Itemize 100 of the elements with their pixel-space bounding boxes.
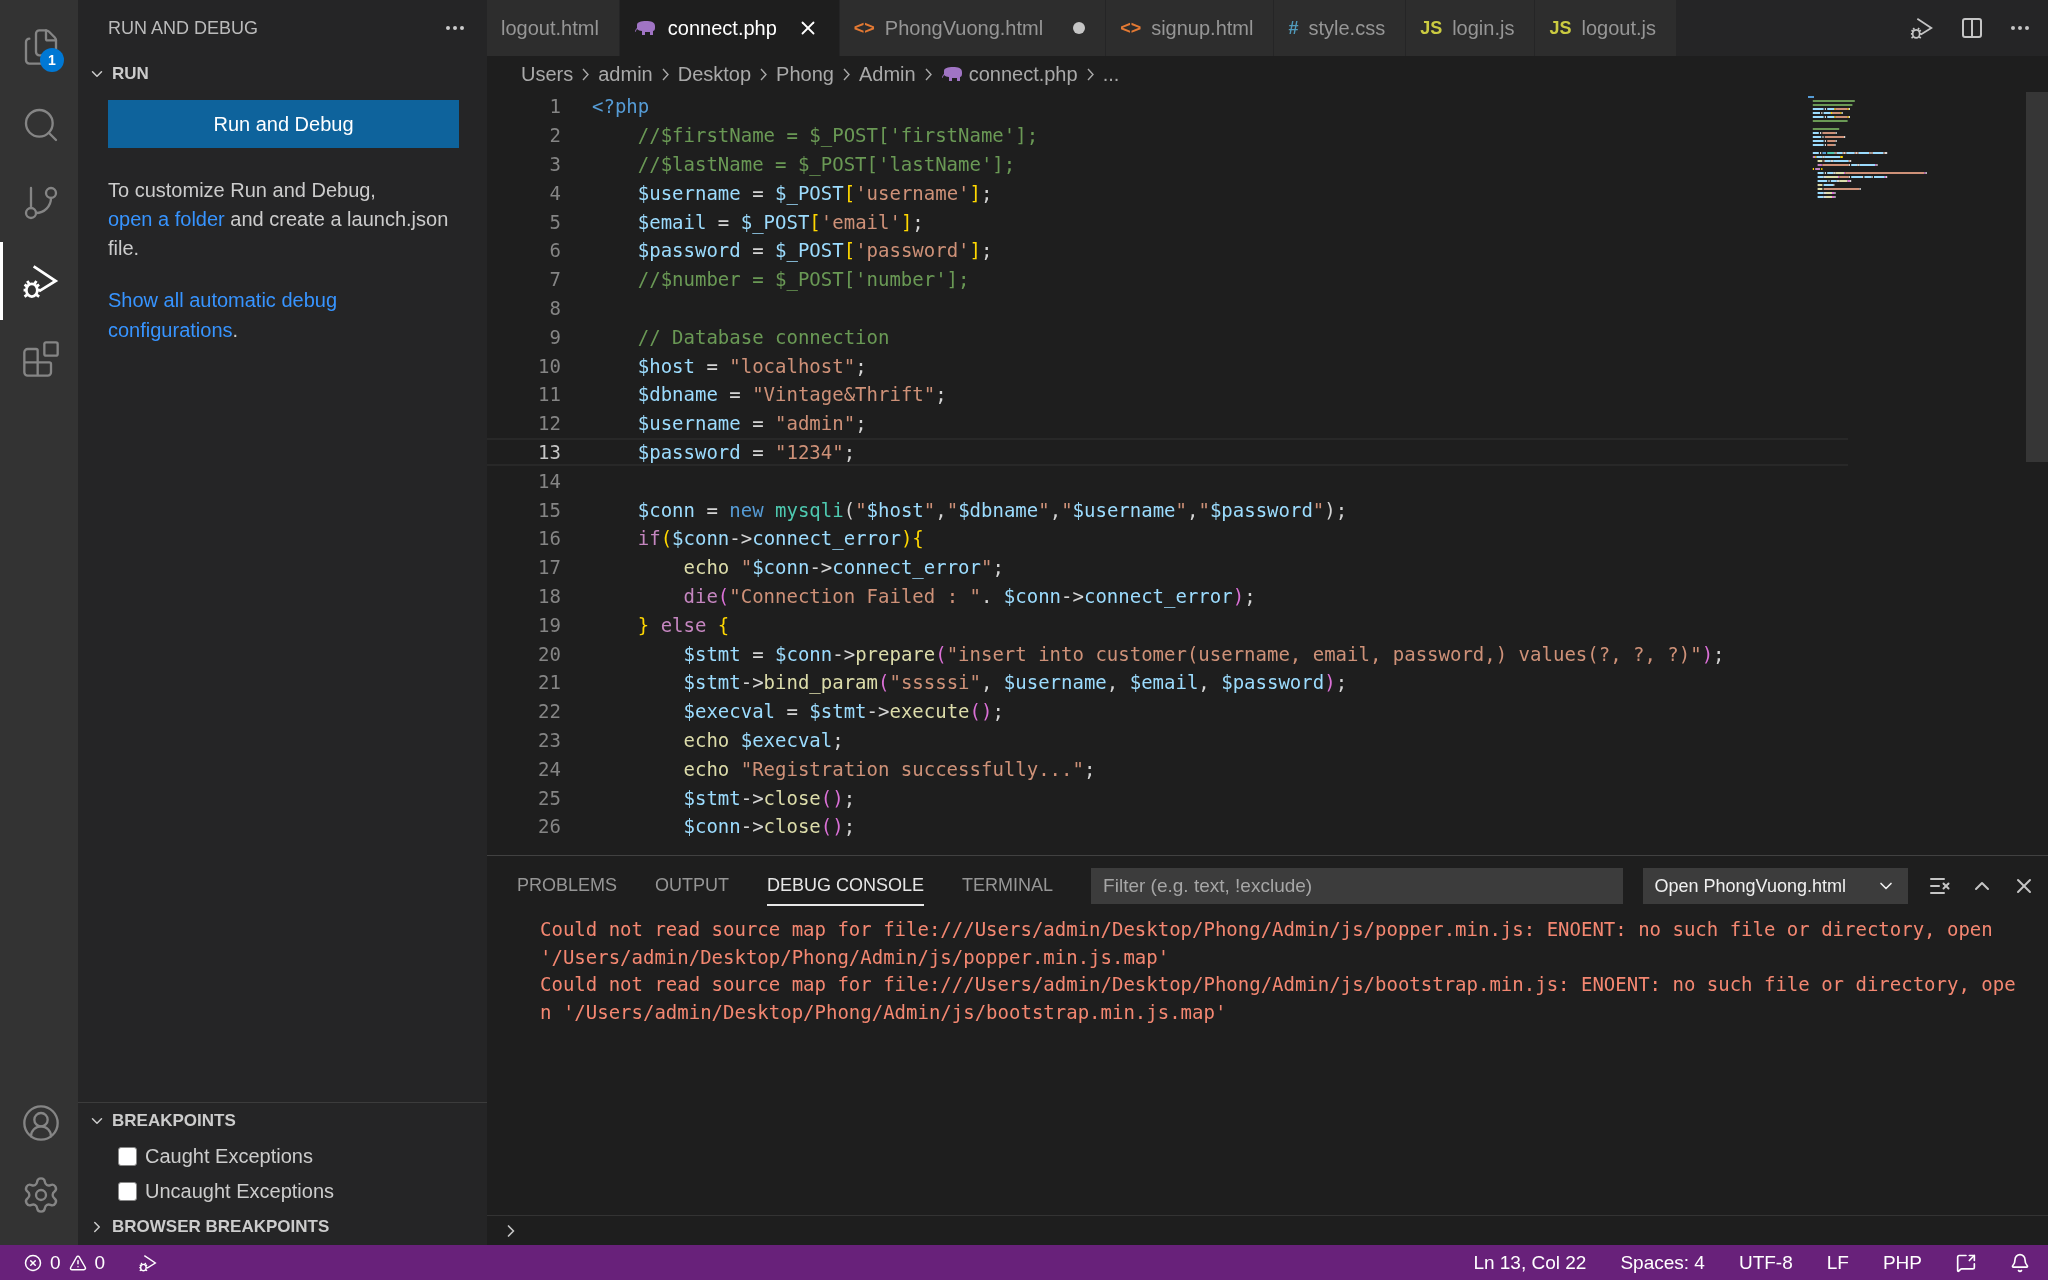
code-line: // Database connection [636, 325, 890, 348]
open-folder-link[interactable]: open a folder [108, 208, 225, 230]
file-type-glyph: JS [1549, 17, 1572, 39]
checkbox-label: Uncaught Exceptions [145, 1180, 334, 1203]
chevron-right-icon [582, 67, 590, 81]
line-number: 18 [537, 584, 561, 607]
code-line: echo $execval; [682, 728, 844, 751]
breadcrumb-item[interactable]: ... [1102, 62, 1120, 86]
line-number: 16 [537, 527, 561, 550]
file-type-glyph: # [1288, 17, 1299, 39]
code-line: } else { [636, 613, 730, 636]
line-number: 1 [548, 95, 561, 118]
breadcrumb-item[interactable]: Phong [776, 62, 834, 86]
line-number: 21 [537, 671, 561, 694]
code-line: //$number = $_POST['number']; [636, 268, 970, 291]
line-number: 9 [548, 325, 561, 348]
count-badge: 1 [40, 48, 64, 72]
line-number: 15 [537, 498, 561, 521]
panel-tab[interactable]: PROBLEMS [517, 866, 618, 906]
debug-configurations-link[interactable]: Show all automatic debug configurations. [108, 285, 459, 345]
launch-select[interactable]: Open PhongVuong.html [1642, 868, 1908, 904]
code-line: $conn->close(); [682, 815, 856, 838]
breadcrumb-item[interactable]: connect.php [968, 62, 1078, 86]
panel-tab[interactable]: TERMINAL [962, 866, 1054, 906]
line-number: 3 [548, 153, 561, 175]
chevron-right-icon [760, 67, 768, 81]
line-number: 10 [537, 354, 561, 377]
line-number: 22 [537, 700, 561, 723]
feedback-icon[interactable] [1956, 1252, 1976, 1273]
error-count[interactable]: 0 [50, 1251, 61, 1274]
line-number: 20 [537, 642, 561, 665]
breadcrumb-item[interactable]: Desktop [677, 62, 752, 86]
line-number: 14 [537, 469, 561, 492]
line-number: 17 [537, 556, 561, 579]
unsaved-dot-icon [1073, 22, 1086, 34]
code-line: $dbname = "Vintage&Thrift"; [636, 383, 947, 406]
chevron-right-icon [661, 67, 669, 81]
status-item[interactable]: Spaces: 4 [1620, 1251, 1705, 1274]
editor-tab[interactable]: connect.php [619, 0, 840, 56]
section-title[interactable]: BROWSER BREAKPOINTS [112, 1217, 330, 1237]
account-icon[interactable] [20, 1103, 61, 1143]
line-number: 19 [537, 613, 561, 636]
status-item[interactable]: PHP [1882, 1251, 1922, 1274]
checkbox-label: Caught Exceptions [145, 1145, 313, 1168]
checkbox[interactable] [118, 1182, 137, 1201]
line-number: 26 [537, 815, 561, 838]
code-line: $execval = $stmt->execute(); [682, 700, 1004, 723]
line-number: 13 [537, 440, 561, 463]
elephant-icon [940, 66, 965, 82]
checkbox[interactable] [118, 1147, 137, 1166]
code-line: if($conn->connect_error){ [636, 527, 924, 550]
line-number: 6 [548, 239, 561, 262]
console-message: Could not read source map for file:///Users/admin/Desktop/Phong/Admin/js/bootstrap.min.js: ENOENT: no such file or directory, open '/Users/admin/Desktop/Phong/Admin/js/bootstrap.min.js.map' [540, 972, 2016, 1025]
status-item[interactable]: Ln 13, Col 22 [1473, 1251, 1587, 1274]
error-icon[interactable] [24, 1253, 42, 1272]
extensions-icon[interactable] [20, 339, 61, 379]
editor-tab[interactable]: logout.html [487, 0, 620, 56]
code-line: $password = $_POST['password']; [636, 239, 993, 262]
panel-tab[interactable]: DEBUG CONSOLE [767, 866, 925, 906]
line-number: 23 [537, 728, 561, 751]
code-line: echo "$conn->connect_error"; [682, 556, 1004, 579]
file-type-glyph: JS [1420, 17, 1443, 39]
file-type-glyph: <> [1120, 17, 1142, 39]
breadcrumb-item[interactable]: Admin [858, 62, 916, 86]
code-line: $stmt->close(); [682, 786, 856, 809]
code-line: $username = $_POST['username']; [636, 181, 993, 204]
scrollbar-thumb[interactable] [2026, 92, 2048, 462]
code-line: $stmt->bind_param("sssssi", $username, $email, $password); [682, 671, 1348, 694]
editor-tab[interactable]: # style.css [1274, 0, 1407, 56]
line-number: 11 [537, 383, 561, 406]
editor-tab[interactable]: JS login.js [1406, 0, 1536, 56]
code-line: die("Connection Failed : ". $conn->connect_error); [682, 584, 1256, 607]
sidebar-title: RUN AND DEBUG [108, 17, 259, 39]
panel-tab[interactable]: OUTPUT [655, 866, 730, 906]
activity-item[interactable]: 1 [0, 8, 78, 86]
chevron-right-icon [924, 67, 932, 81]
split-editor-icon[interactable] [1960, 16, 1984, 40]
filter-input[interactable]: Filter (e.g. text, !exclude) [1091, 868, 1623, 904]
warning-count[interactable]: 0 [94, 1251, 106, 1274]
code-line: $conn = new mysqli("$host","$dbname","$username","$password"); [636, 498, 1348, 521]
console-message: Could not read source map for file:///Users/admin/Desktop/Phong/Admin/js/popper.min.js: ENOENT: no such file or directory, open '/Users/admin/Desktop/Phong/Admin/js/popper.min.js.map' [540, 917, 1994, 970]
editor-tab[interactable]: <> PhongVuong.html [839, 0, 1107, 56]
status-item[interactable]: LF [1826, 1251, 1849, 1274]
code-line: echo "Registration successfully..."; [682, 757, 1096, 780]
line-number: 24 [537, 757, 561, 780]
breadcrumb-item[interactable]: admin [598, 62, 653, 86]
file-type-glyph: <> [853, 17, 875, 39]
editor-tab[interactable]: JS logout.js [1535, 0, 1677, 56]
bell-icon[interactable] [2010, 1252, 2030, 1273]
section-title[interactable]: RUN [112, 64, 149, 84]
run-and-debug-button[interactable]: Run and Debug [108, 100, 459, 148]
code-line: $stmt = $conn->prepare("insert into customer(username, email, password,) values(?, ?, ?)"); [682, 642, 1725, 665]
status-item[interactable]: UTF-8 [1738, 1251, 1793, 1274]
line-number: 12 [537, 412, 561, 435]
line-number: 25 [537, 786, 561, 809]
section-title[interactable]: BREAKPOINTS [112, 1111, 236, 1131]
line-number: 7 [548, 268, 561, 291]
editor-tab[interactable]: <> signup.html [1106, 0, 1275, 56]
warning-icon[interactable] [68, 1253, 87, 1272]
breadcrumb-item[interactable]: Users [521, 62, 574, 86]
